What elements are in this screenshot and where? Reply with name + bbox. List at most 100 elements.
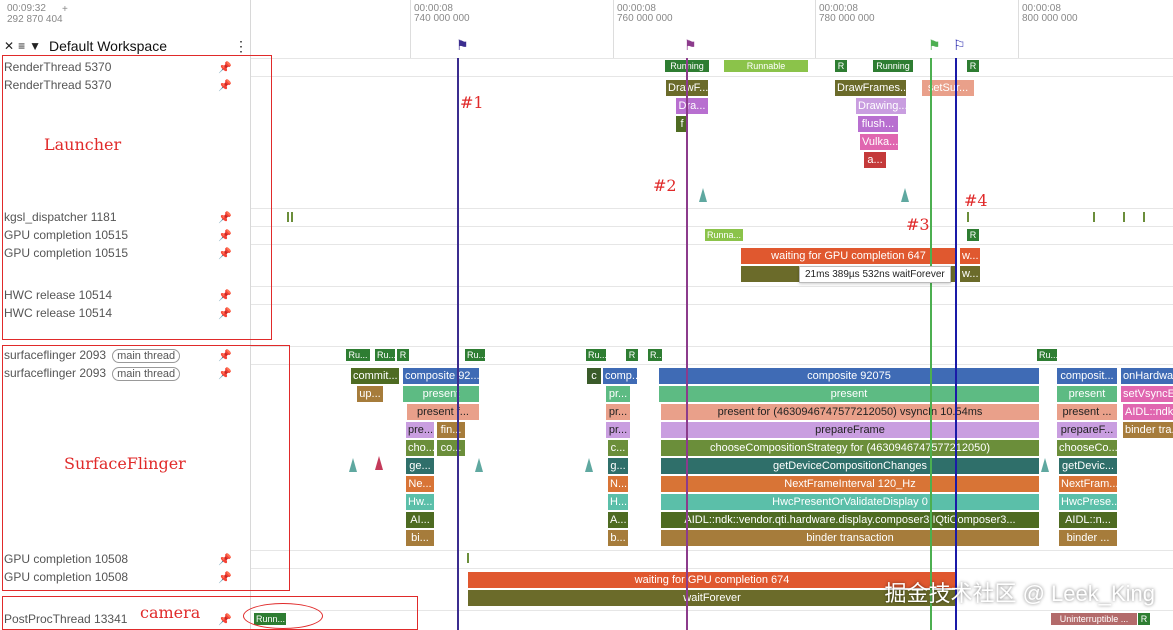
pin-icon[interactable]: 📌 <box>218 247 232 260</box>
slice[interactable]: comp... <box>603 368 637 384</box>
slice[interactable]: flush... <box>858 116 898 132</box>
track-label[interactable]: PostProcThread 13341 <box>4 612 127 626</box>
state-slice[interactable]: Ru... <box>465 349 485 361</box>
workspace-title[interactable]: Default Workspace <box>49 38 167 54</box>
pin-icon[interactable]: 📌 <box>218 61 232 74</box>
state-slice[interactable]: R <box>967 60 979 72</box>
slice[interactable]: chooseCompositionStrategy for (463094674… <box>661 440 1039 456</box>
slice[interactable]: w... <box>960 266 980 282</box>
slice[interactable]: pre... <box>406 422 434 438</box>
slice[interactable]: g... <box>608 458 628 474</box>
state-slice[interactable]: Ru... <box>375 349 395 361</box>
slice[interactable]: Ne... <box>406 476 434 492</box>
track-label[interactable]: RenderThread 5370 <box>4 78 111 92</box>
pin-icon[interactable]: 📌 <box>218 307 232 320</box>
slice[interactable]: NextFrameInterval 120_Hz <box>661 476 1039 492</box>
state-slice[interactable]: R <box>835 60 847 72</box>
slice[interactable]: NextFram... <box>1059 476 1117 492</box>
slice[interactable]: pr... <box>606 422 630 438</box>
slice[interactable]: bi... <box>406 530 434 546</box>
state-slice[interactable]: R <box>967 229 979 241</box>
state-slice[interactable]: Uninterruptible ... <box>1051 613 1137 625</box>
slice[interactable]: chooseCo... <box>1057 440 1117 456</box>
slice[interactable]: present <box>659 386 1039 402</box>
slice[interactable]: w... <box>960 248 980 264</box>
pin-icon[interactable]: 📌 <box>218 79 232 92</box>
slice[interactable]: present ... <box>1057 404 1117 420</box>
slice[interactable]: commit... <box>351 368 399 384</box>
state-slice[interactable]: Running <box>873 60 913 72</box>
state-slice[interactable]: R... <box>648 349 662 361</box>
pin-icon[interactable]: 📌 <box>218 613 232 626</box>
track-label[interactable]: HWC release 10514 <box>4 306 112 320</box>
slice[interactable]: H... <box>608 494 628 510</box>
track-label[interactable]: GPU completion 10508 <box>4 570 128 584</box>
state-slice[interactable]: Runna... <box>705 229 743 241</box>
slice[interactable]: co... <box>437 440 465 456</box>
slice[interactable]: N... <box>608 476 628 492</box>
slice[interactable]: pr... <box>606 386 630 402</box>
track-label[interactable]: HWC release 10514 <box>4 288 112 302</box>
slice[interactable]: Dra... <box>676 98 708 114</box>
slice[interactable]: AIDL::ndk... <box>1123 404 1173 420</box>
track-label[interactable]: RenderThread 5370 <box>4 60 111 74</box>
slice[interactable]: binder ... <box>1059 530 1117 546</box>
track-label[interactable]: GPU completion 10515 <box>4 228 128 242</box>
slice[interactable]: composite 92075 <box>659 368 1039 384</box>
slice[interactable]: pr... <box>606 404 630 420</box>
slice[interactable]: getDevic... <box>1059 458 1117 474</box>
state-slice[interactable]: R <box>1138 613 1150 625</box>
slice[interactable]: composit... <box>1057 368 1117 384</box>
pin-icon[interactable]: 📌 <box>218 367 232 380</box>
slice[interactable]: prepareF... <box>1057 422 1117 438</box>
track-label[interactable]: GPU completion 10515 <box>4 246 128 260</box>
slice[interactable]: waiting for GPU completion 647 <box>741 248 956 264</box>
flag-icon[interactable]: ⚑ <box>684 37 697 54</box>
pin-icon[interactable]: 📌 <box>218 229 232 242</box>
collapse-icon[interactable]: ✕ <box>4 39 14 53</box>
filter-icon[interactable]: ▼ <box>29 39 41 53</box>
slice[interactable]: b... <box>608 530 628 546</box>
pin-icon[interactable]: 📌 <box>218 289 232 302</box>
slice[interactable]: A... <box>608 512 628 528</box>
slice[interactable]: c <box>587 368 601 384</box>
slice[interactable]: present for (4630946747577212050) vsyncI… <box>661 404 1039 420</box>
state-slice[interactable]: Ru... <box>1037 349 1057 361</box>
slice[interactable]: setVsyncE... <box>1121 386 1173 402</box>
slice[interactable]: up... <box>357 386 383 402</box>
pin-icon[interactable]: 📌 <box>218 211 232 224</box>
pin-icon[interactable]: 📌 <box>218 571 232 584</box>
slice[interactable]: Vulka... <box>860 134 898 150</box>
slice[interactable]: waiting for GPU completion 674 <box>468 572 956 588</box>
state-slice[interactable]: Runn... <box>254 613 286 625</box>
track-label[interactable]: surfaceflinger 2093 main thread <box>4 348 181 363</box>
track-label[interactable]: kgsl_dispatcher 1181 <box>4 210 117 224</box>
state-slice[interactable]: Ru... <box>346 349 370 361</box>
pin-icon[interactable]: 📌 <box>218 553 232 566</box>
slice[interactable]: binder tra... <box>1123 422 1173 438</box>
slice[interactable]: composite 92... <box>403 368 479 384</box>
state-slice[interactable]: R <box>397 349 409 361</box>
slice[interactable]: fin... <box>437 422 465 438</box>
slice[interactable]: present <box>1057 386 1117 402</box>
track-label[interactable]: surfaceflinger 2093 main thread <box>4 366 181 381</box>
slice[interactable]: prepareFrame <box>661 422 1039 438</box>
flag-icon[interactable]: ⚑ <box>456 37 469 54</box>
timeline-area[interactable]: 00:00:08 740 000 000 00:00:08 760 000 000 … <box>251 0 1173 630</box>
slice[interactable]: AI... <box>406 512 434 528</box>
sort-icon[interactable]: ≡ <box>18 39 25 53</box>
slice[interactable]: waitForever <box>468 590 956 606</box>
slice[interactable]: binder transaction <box>661 530 1039 546</box>
slice[interactable]: present <box>403 386 479 402</box>
slice[interactable]: a... <box>864 152 886 168</box>
flag-icon[interactable]: ⚐ <box>953 37 966 54</box>
slice[interactable]: DrawFrames... <box>835 80 906 96</box>
slice[interactable]: Drawing... <box>856 98 906 114</box>
slice[interactable]: AIDL::n... <box>1059 512 1117 528</box>
slice[interactable]: ge... <box>406 458 434 474</box>
slice[interactable]: HwcPresentOrValidateDisplay 0 <box>661 494 1039 510</box>
slice[interactable]: present f... <box>407 404 479 420</box>
state-slice[interactable]: Runnable <box>724 60 808 72</box>
slice[interactable]: getDeviceCompositionChanges <box>661 458 1039 474</box>
slice[interactable]: AIDL::ndk::vendor.qti.hardware.display.c… <box>661 512 1039 528</box>
